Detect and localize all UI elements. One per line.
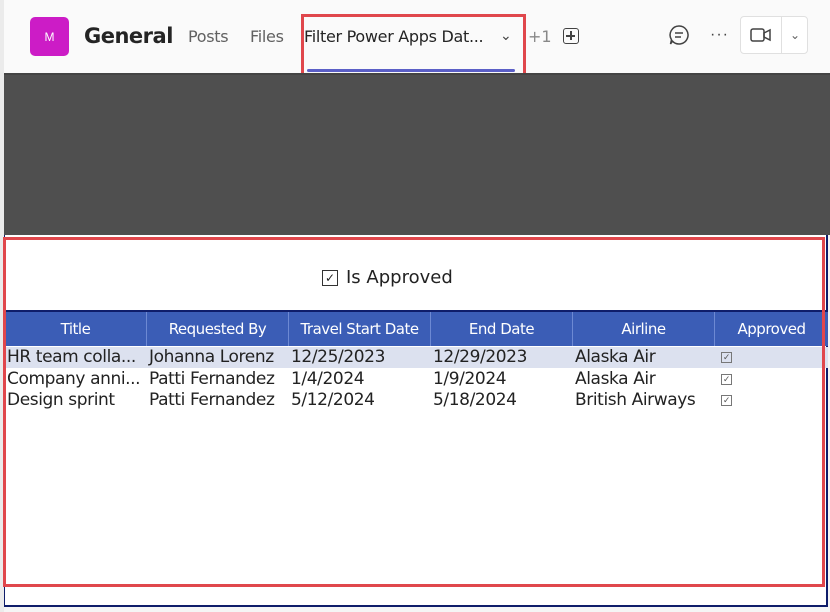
team-avatar[interactable]: M <box>30 17 69 56</box>
tab-files[interactable]: Files <box>250 27 284 46</box>
plus-square-icon[interactable] <box>563 28 579 44</box>
chat-bubble-icon[interactable] <box>668 24 690 46</box>
tab-highlight-annotation <box>301 14 526 76</box>
video-camera-icon <box>750 28 771 42</box>
meet-button-group: ⌄ <box>740 16 808 54</box>
tab-posts[interactable]: Posts <box>188 27 229 46</box>
meet-now-button[interactable] <box>741 17 782 53</box>
canvas-highlight-annotation <box>3 237 825 587</box>
app-banner <box>4 73 830 235</box>
meet-dropdown-chevron-icon[interactable]: ⌄ <box>782 17 808 53</box>
more-tabs-button[interactable]: +1 <box>528 27 552 46</box>
more-options-icon[interactable]: ··· <box>710 26 729 44</box>
channel-title: General <box>84 24 173 48</box>
